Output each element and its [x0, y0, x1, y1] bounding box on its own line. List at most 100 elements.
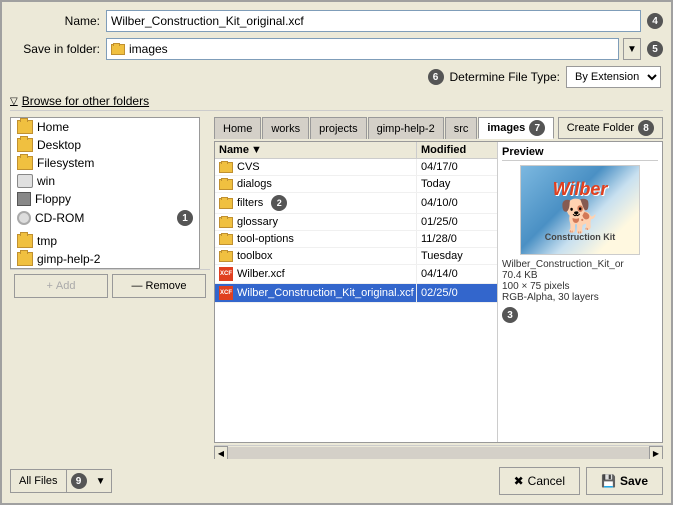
col-modified-header[interactable]: Modified	[417, 142, 497, 158]
tool-options-folder-icon	[219, 234, 233, 245]
file-cell-cvs-name: CVS	[215, 159, 417, 175]
tab-projects-label: projects	[319, 123, 358, 135]
filetype-select[interactable]: By Extension	[567, 67, 660, 87]
toolbox-name: toolbox	[237, 250, 272, 262]
sidebar-item-home[interactable]: Home	[11, 118, 199, 136]
file-cell-dialogs-name: dialogs	[215, 176, 417, 192]
preview-image: Wilber 🐕 Construction Kit	[520, 165, 640, 255]
sidebar-item-cdrom[interactable]: CD-ROM 1	[11, 208, 199, 228]
cancel-icon: ✖	[514, 474, 524, 488]
sidebar-item-floppy-label: Floppy	[35, 192, 71, 206]
create-folder-tab[interactable]: Create Folder 8	[558, 117, 663, 139]
scroll-right-btn[interactable]: ▶	[649, 446, 663, 459]
horizontal-scrollbar: ◀ ▶	[214, 445, 663, 459]
remove-label: Remove	[146, 280, 187, 292]
file-row-tool-options[interactable]: tool-options 11/28/0	[215, 231, 497, 248]
sidebar-item-tmp-label: tmp	[37, 234, 57, 248]
file-cell-cvs-modified: 04/17/0	[417, 159, 497, 175]
toggle-arrow: ▽	[10, 96, 18, 107]
tabs-badge: 7	[529, 120, 545, 136]
file-row-wilber-xcf[interactable]: XCF Wilber.xcf 04/14/0	[215, 265, 497, 284]
filters-folder-icon	[219, 198, 233, 209]
sidebar-item-tmp[interactable]: tmp	[11, 232, 199, 250]
save-button[interactable]: 💾 Save	[586, 467, 663, 495]
tab-works[interactable]: works	[262, 117, 309, 139]
sidebar-item-desktop-label: Desktop	[37, 138, 81, 152]
file-cell-dialogs-modified: Today	[417, 176, 497, 192]
scroll-track[interactable]	[228, 447, 649, 459]
file-row-dialogs[interactable]: dialogs Today	[215, 176, 497, 193]
tab-home-label: Home	[223, 123, 252, 135]
save-dialog: Name: 4 Save in folder: images ▼ 5 6 Det…	[0, 0, 673, 505]
tool-options-name: tool-options	[237, 233, 294, 245]
tab-home[interactable]: Home	[214, 117, 261, 139]
folder-dropdown-arrow[interactable]: ▼	[623, 38, 641, 60]
preview-dimensions: 100 × 75 pixels	[502, 281, 658, 292]
scroll-left-btn[interactable]: ◀	[214, 446, 228, 459]
remove-button[interactable]: — Remove	[112, 274, 206, 298]
file-cell-toolbox-name: toolbox	[215, 248, 417, 264]
remove-icon: —	[132, 280, 143, 292]
dialogs-name: dialogs	[237, 178, 272, 190]
file-cell-glossary-name: glossary	[215, 214, 417, 230]
folder-label: Save in folder:	[10, 42, 100, 56]
allfiles-button[interactable]: All Files 9 ▼	[10, 469, 112, 493]
file-cell-tool-options-modified: 11/28/0	[417, 231, 497, 247]
sidebar-item-win-label: win	[37, 174, 55, 188]
add-label: Add	[56, 280, 76, 292]
tab-images[interactable]: images 7	[478, 117, 554, 139]
preview-filesize: 70.4 KB	[502, 270, 658, 281]
tab-gimp-help-2[interactable]: gimp-help-2	[368, 117, 444, 139]
file-cell-filters-name: filters 2	[215, 193, 417, 213]
cvs-folder-icon	[219, 162, 233, 173]
sort-arrow: ▼	[251, 144, 262, 156]
cancel-label: Cancel	[528, 474, 565, 488]
tab-src[interactable]: src	[445, 117, 478, 139]
file-row-wilber-kit[interactable]: XCF Wilber_Construction_Kit_original.xcf…	[215, 284, 497, 303]
preview-filename-text: Wilber_Construction_Kit_or	[502, 259, 624, 270]
file-row-glossary[interactable]: glossary 01/25/0	[215, 214, 497, 231]
file-cell-wilber-kit-modified: 02/25/0	[417, 285, 497, 301]
allfiles-label-text: All Files	[19, 475, 58, 487]
sidebar-item-desktop[interactable]: Desktop	[11, 136, 199, 154]
glossary-name: glossary	[237, 216, 278, 228]
sidebar-buttons: + Add — Remove	[10, 269, 210, 302]
folder-dropdown[interactable]: images	[106, 38, 619, 60]
allfiles-label: All Files	[11, 470, 67, 492]
wilber-dog-emoji: 🐕	[560, 200, 600, 232]
col-name-header[interactable]: Name ▼	[215, 142, 417, 158]
file-cell-filters-modified: 04/10/0	[417, 195, 497, 211]
add-icon: +	[46, 280, 52, 292]
tmp-folder-icon	[17, 234, 33, 248]
browse-toggle[interactable]: ▽ Browse for other folders	[10, 92, 663, 111]
sidebar-item-floppy[interactable]: Floppy	[11, 190, 199, 208]
sidebar-badge: 1	[177, 210, 193, 226]
cancel-button[interactable]: ✖ Cancel	[499, 467, 580, 495]
add-button[interactable]: + Add	[14, 274, 108, 298]
filetype-badge: 6	[428, 69, 444, 85]
preview-label: Preview	[502, 146, 658, 161]
file-row-toolbox[interactable]: toolbox Tuesday	[215, 248, 497, 265]
sidebar-item-filesystem[interactable]: Filesystem	[11, 154, 199, 172]
sidebar: Home Desktop Filesystem win Floppy	[10, 117, 200, 269]
sidebar-item-gimp-help-2[interactable]: gimp-help-2	[11, 250, 199, 268]
dialogs-folder-icon	[219, 179, 233, 190]
folder-selector: images ▼	[106, 38, 641, 60]
home-folder-icon	[17, 120, 33, 134]
file-cell-toolbox-modified: Tuesday	[417, 248, 497, 264]
tab-projects[interactable]: projects	[310, 117, 367, 139]
filetype-row: 6 Determine File Type: By Extension	[10, 66, 663, 88]
sidebar-item-filesystem-label: Filesystem	[37, 156, 94, 170]
wilber-xcf-icon: XCF	[219, 267, 233, 281]
file-list-header: Name ▼ Modified	[215, 142, 497, 159]
sidebar-item-win[interactable]: win	[11, 172, 199, 190]
file-row-filters[interactable]: filters 2 04/10/0	[215, 193, 497, 214]
sidebar-item-gimp-help-label: gimp-help-2	[37, 252, 100, 266]
col-name-label: Name	[219, 144, 249, 156]
sidebar-container: Home Desktop Filesystem win Floppy	[10, 117, 210, 459]
create-folder-label: Create Folder	[567, 122, 634, 134]
file-row-cvs[interactable]: CVS 04/17/0	[215, 159, 497, 176]
name-input[interactable]	[106, 10, 641, 32]
file-list: Name ▼ Modified CVS 04/17/0	[215, 142, 497, 442]
filetype-selector[interactable]: By Extension	[566, 66, 661, 88]
